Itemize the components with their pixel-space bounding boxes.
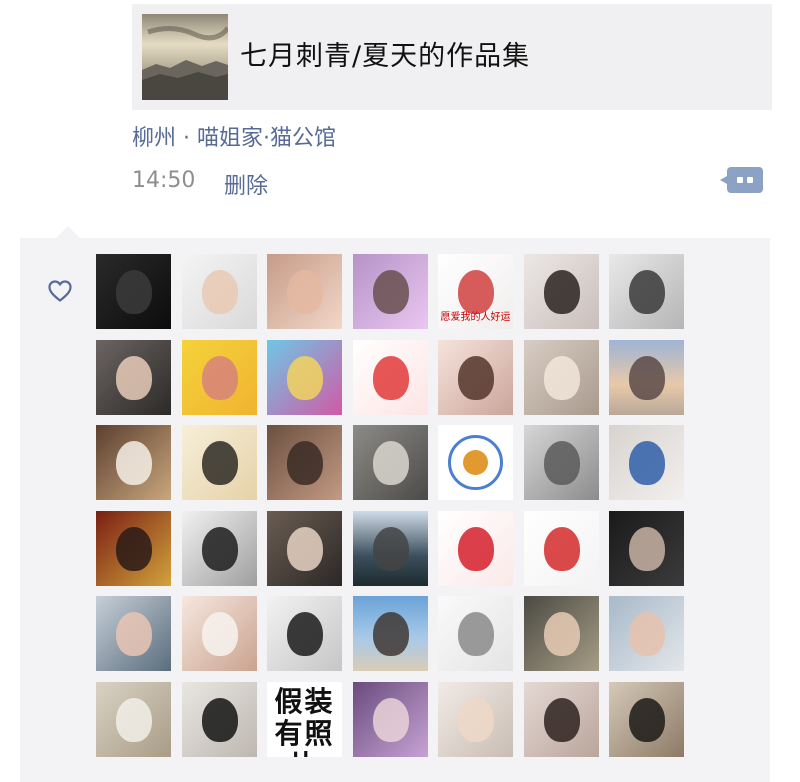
liker-avatar[interactable] (609, 254, 684, 329)
liker-avatar[interactable] (96, 510, 171, 586)
avatar-subject (201, 612, 238, 656)
liker-avatar[interactable] (96, 339, 171, 415)
avatar-subject (543, 526, 580, 571)
comment-dot (737, 177, 743, 183)
liker-avatar[interactable] (523, 425, 599, 500)
avatar-subject (287, 355, 323, 400)
heart-icon (48, 280, 72, 302)
liker-avatar[interactable] (181, 339, 257, 415)
avatar-subject (372, 612, 409, 656)
avatar-subject (201, 270, 238, 314)
avatar-subject (629, 612, 665, 656)
liker-avatar[interactable] (267, 254, 342, 329)
liker-avatar[interactable] (96, 596, 171, 671)
link-thumbnail (142, 14, 228, 100)
avatar-subject (458, 526, 494, 571)
avatar-subject (116, 270, 152, 314)
liker-avatar[interactable] (438, 339, 513, 415)
liker-avatar[interactable] (523, 681, 599, 757)
avatar-subject (543, 612, 580, 656)
avatar-subject (458, 355, 494, 400)
liker-avatar[interactable] (181, 596, 257, 671)
liker-avatar[interactable] (609, 425, 684, 500)
comment-icon[interactable] (720, 167, 763, 193)
liker-avatar[interactable] (609, 681, 684, 757)
avatar-subject (287, 612, 323, 656)
liker-avatar[interactable] (267, 339, 342, 415)
avatar-subject (372, 526, 409, 571)
liker-avatar[interactable] (352, 339, 428, 415)
liker-avatar[interactable] (352, 681, 428, 757)
avatar-text: 假装有照片 (274, 684, 335, 757)
avatar-subject (201, 526, 238, 571)
liker-avatar[interactable] (523, 510, 599, 586)
avatar-subject (372, 355, 409, 400)
liker-avatar[interactable] (352, 596, 428, 671)
avatar-subject (543, 697, 580, 742)
post-time: 14:50 (132, 168, 196, 193)
avatar-subject (372, 441, 409, 485)
comment-dot (747, 177, 753, 183)
liker-avatar[interactable] (352, 254, 428, 329)
liker-avatar[interactable] (523, 254, 599, 329)
liker-avatar[interactable] (609, 596, 684, 671)
avatar-logo (448, 435, 503, 490)
avatar-subject (458, 612, 494, 656)
shared-link-card[interactable]: 七月刺青/夏天的作品集 (132, 4, 772, 110)
link-title: 七月刺青/夏天的作品集 (240, 41, 531, 72)
liker-avatar[interactable] (181, 681, 257, 757)
liker-avatar[interactable] (267, 425, 342, 500)
moments-post: 七月刺青/夏天的作品集 柳州 · 喵姐家·猫公馆 14:50 删除 愿爱我的人好… (0, 0, 800, 782)
liker-avatar[interactable] (438, 596, 513, 671)
liker-avatar[interactable] (96, 425, 171, 500)
avatar-subject (287, 270, 323, 314)
liker-avatar[interactable] (267, 510, 342, 586)
avatar-caption: 愿爱我的人好运 (440, 312, 511, 323)
liker-avatar[interactable] (438, 681, 513, 757)
avatar-subject (116, 441, 152, 485)
avatar-subject (116, 697, 152, 742)
liker-avatar[interactable] (609, 510, 684, 586)
liker-avatar[interactable] (438, 425, 513, 500)
avatar-subject (629, 355, 665, 400)
liker-avatar[interactable] (523, 596, 599, 671)
avatar-subject (372, 697, 409, 742)
liker-avatar[interactable]: 假装有照片 (267, 681, 342, 757)
liker-avatar[interactable] (352, 425, 428, 500)
liker-avatar[interactable] (609, 339, 684, 415)
avatar-subject (201, 441, 238, 485)
avatar-subject (116, 526, 152, 571)
avatar-subject (543, 441, 580, 485)
post-location[interactable]: 柳州 · 喵姐家·猫公馆 (132, 120, 336, 152)
liker-avatar[interactable] (96, 254, 171, 329)
liker-avatar[interactable] (438, 510, 513, 586)
liker-avatar[interactable] (352, 510, 428, 586)
avatar-subject (201, 355, 238, 400)
liker-avatar[interactable] (181, 425, 257, 500)
delete-button[interactable]: 删除 (224, 168, 268, 200)
avatar-subject (116, 612, 152, 656)
avatar-subject (629, 441, 665, 485)
avatar-subject (543, 355, 580, 400)
liker-avatar[interactable] (96, 681, 171, 757)
liker-avatar[interactable] (523, 339, 599, 415)
avatar-subject (287, 441, 323, 485)
avatar-subject (287, 526, 323, 571)
avatar-subject (201, 697, 238, 742)
likes-panel: 愿爱我的人好运假装有照片 (20, 226, 770, 782)
liker-avatar[interactable] (267, 596, 342, 671)
liker-avatar[interactable]: 愿爱我的人好运 (438, 254, 513, 329)
avatar-subject (629, 270, 665, 314)
avatar-subject (629, 697, 665, 742)
avatar-subject (116, 355, 152, 400)
liker-avatar[interactable] (181, 254, 257, 329)
avatar-subject (543, 270, 580, 314)
avatar-subject (372, 270, 409, 314)
avatar-subject (458, 697, 494, 742)
liker-avatar[interactable] (181, 510, 257, 586)
avatar-subject (629, 526, 665, 571)
